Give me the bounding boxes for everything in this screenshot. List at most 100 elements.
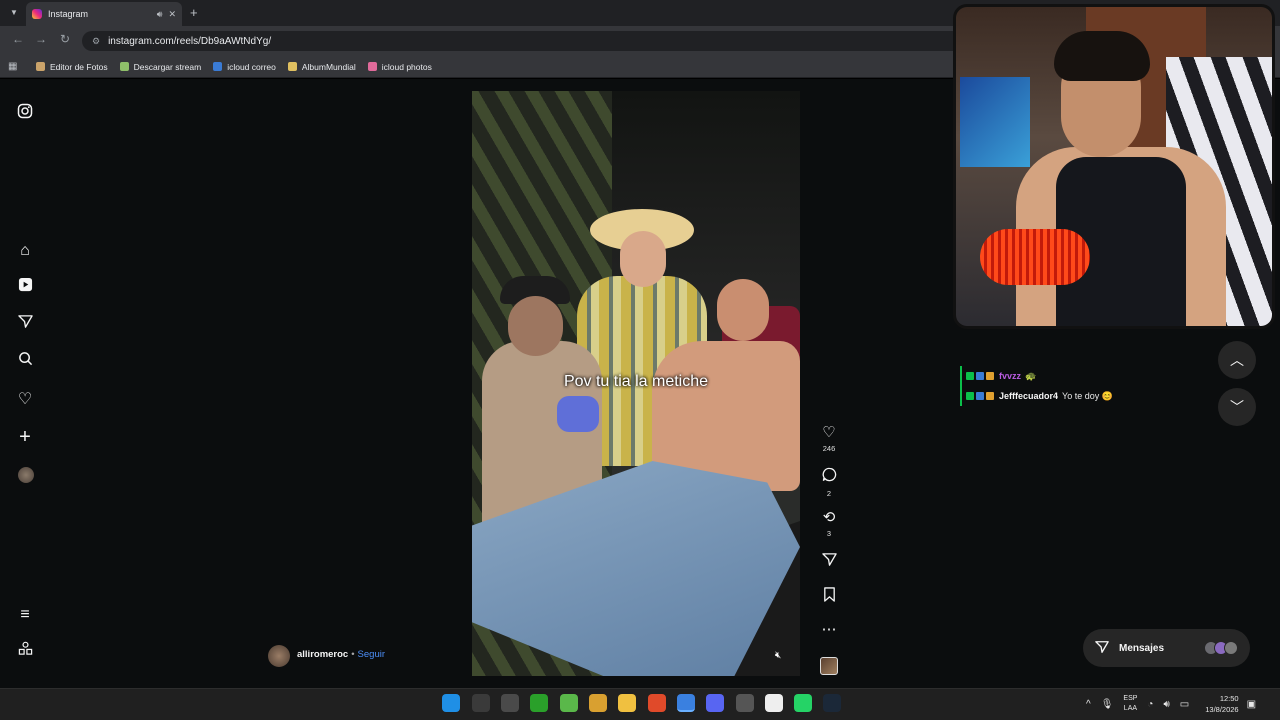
search-icon[interactable] <box>14 351 36 373</box>
plus-icon[interactable]: + <box>14 426 36 448</box>
share-icon <box>815 552 843 572</box>
tab-search-icon[interactable]: ▼ <box>6 6 22 20</box>
date: 13/8/2026 <box>1205 705 1239 714</box>
badge-icon <box>966 392 974 400</box>
bookmark-label: icloud correo <box>227 61 276 72</box>
heart-icon: ♡ <box>822 424 836 441</box>
message-avatars <box>1204 641 1238 655</box>
bookmark-icon <box>815 587 843 607</box>
windows-start-icon[interactable] <box>442 694 460 712</box>
comment-button[interactable]: 2 <box>815 467 843 498</box>
separator: • <box>351 649 355 660</box>
new-tab-button[interactable]: + <box>190 5 198 20</box>
bookmark-editor-de-fotos[interactable]: Editor de Fotos <box>36 62 108 72</box>
whatsapp-icon[interactable] <box>794 694 812 712</box>
apps-grid-icon[interactable]: ▦ <box>8 61 26 72</box>
chat-text: 🐢 <box>1025 370 1037 381</box>
bookmark-albummundial[interactable]: AlbumMundial <box>287 61 356 72</box>
webcam-game-box <box>960 77 1030 167</box>
microphone-icon[interactable]: 🎙︎ <box>1101 699 1114 710</box>
home-icon[interactable]: ⌂ <box>14 240 36 262</box>
poster-avatar[interactable] <box>268 645 290 667</box>
capcut-icon[interactable] <box>765 694 783 712</box>
time: 12:50 <box>1219 694 1239 703</box>
badge-icon <box>976 392 984 400</box>
likes-count: 246 <box>822 444 836 453</box>
previous-reel-button[interactable]: ︿ <box>1218 341 1256 379</box>
address-bar[interactable]: ⚙ instagram.com/reels/Db9aAWtNdYg/ <box>82 31 962 51</box>
back-icon[interactable]: ← <box>12 32 24 46</box>
video-client-face <box>717 279 769 341</box>
app-icon[interactable] <box>736 694 754 712</box>
instagram-icon[interactable] <box>14 103 36 125</box>
reload-icon[interactable]: ↻ <box>60 32 70 46</box>
send-icon <box>1095 640 1109 657</box>
language-indicator[interactable]: ESP LAA <box>1123 694 1137 714</box>
comments-count: 2 <box>826 489 832 498</box>
apps-icon[interactable] <box>14 641 36 663</box>
site-info-icon[interactable]: ⚙ <box>92 36 100 47</box>
store-icon[interactable] <box>501 694 519 712</box>
bookmark-label: AlbumMundial <box>301 61 356 72</box>
xbox-icon[interactable] <box>530 694 548 712</box>
badge-icon <box>986 372 994 380</box>
instagram-favicon-icon <box>32 9 42 19</box>
menu-icon[interactable]: ≡ <box>14 604 36 626</box>
brave-icon[interactable] <box>648 694 666 712</box>
send-icon[interactable] <box>14 314 36 336</box>
forward-icon[interactable]: → <box>35 32 47 46</box>
audio-thumbnail[interactable] <box>820 657 838 675</box>
chat-text: Yo te doy 😊 <box>1062 390 1113 401</box>
chevron-up-icon[interactable]: ^ <box>1086 699 1091 710</box>
poster-username[interactable]: alliromeroc <box>297 649 348 660</box>
messages-button[interactable]: Mensajes <box>1083 629 1250 667</box>
heart-icon[interactable]: ♡ <box>14 389 36 411</box>
profile-avatar[interactable] <box>18 467 34 483</box>
badge-icon <box>976 372 984 380</box>
share-button[interactable] <box>815 552 843 572</box>
battery-icon[interactable]: ▭ <box>1180 699 1189 710</box>
speaker-icon[interactable]: 🔊︎ <box>157 9 163 20</box>
messages-label: Mensajes <box>1119 642 1165 654</box>
keyboard-layout: LAA <box>1123 705 1138 712</box>
steam-icon[interactable] <box>823 694 841 712</box>
video-glove <box>557 396 599 432</box>
follow-button[interactable]: Seguir <box>358 649 385 660</box>
more-options-button[interactable]: ⋯ <box>815 621 843 639</box>
close-tab-icon[interactable]: ✕ <box>168 9 176 20</box>
webcam-microphone <box>980 229 1090 285</box>
bookmark-icloud-correo[interactable]: icloud correo <box>213 62 276 72</box>
video-artist-face <box>508 296 563 356</box>
bookmark-icon <box>36 62 45 71</box>
like-button[interactable]: ♡ 246 <box>815 424 843 453</box>
more-icon: ⋯ <box>821 621 837 638</box>
next-reel-button[interactable]: ﹀ <box>1218 388 1256 426</box>
bookmark-descargar-stream[interactable]: Descargar stream <box>119 62 201 72</box>
wifi-icon[interactable]: ◔ <box>1147 699 1153 710</box>
clock[interactable]: 12:50 13/8/2026 <box>1205 693 1238 715</box>
bookmark-icon <box>119 62 129 71</box>
reels-icon[interactable] <box>14 277 36 299</box>
badge-icon <box>966 372 974 380</box>
notification-icon[interactable]: ▣ <box>1247 699 1256 710</box>
discord-icon[interactable] <box>706 694 724 712</box>
stream-chat: fvvzz 🐢 Jefffecuador4 Yo te doy 😊 <box>960 366 1220 406</box>
volume-icon[interactable]: 🔊︎ <box>1163 699 1169 710</box>
repost-button[interactable]: ⟲ 3 <box>815 509 843 538</box>
file-explorer-icon[interactable] <box>618 694 636 712</box>
bookmark-icloud-photos[interactable]: icloud photos <box>367 62 432 72</box>
poster-info: alliromeroc • Seguir <box>297 649 385 660</box>
webcam-overlay <box>953 4 1275 329</box>
webcam-streamer-hair <box>1054 31 1150 81</box>
reposts-count: 3 <box>826 529 832 538</box>
video-woman-face <box>620 231 666 287</box>
tab-instagram[interactable]: Instagram 🔊︎ ✕ <box>26 2 182 26</box>
minecraft-icon[interactable] <box>560 694 578 712</box>
game-app-icon[interactable] <box>589 694 607 712</box>
widgets-icon[interactable] <box>472 694 490 712</box>
save-button[interactable] <box>815 587 843 607</box>
bookmark-label: Editor de Fotos <box>50 61 108 72</box>
tab-title: Instagram <box>48 9 89 19</box>
mute-icon[interactable]: 🔇︎ <box>775 650 781 661</box>
chrome-icon[interactable] <box>677 694 695 712</box>
